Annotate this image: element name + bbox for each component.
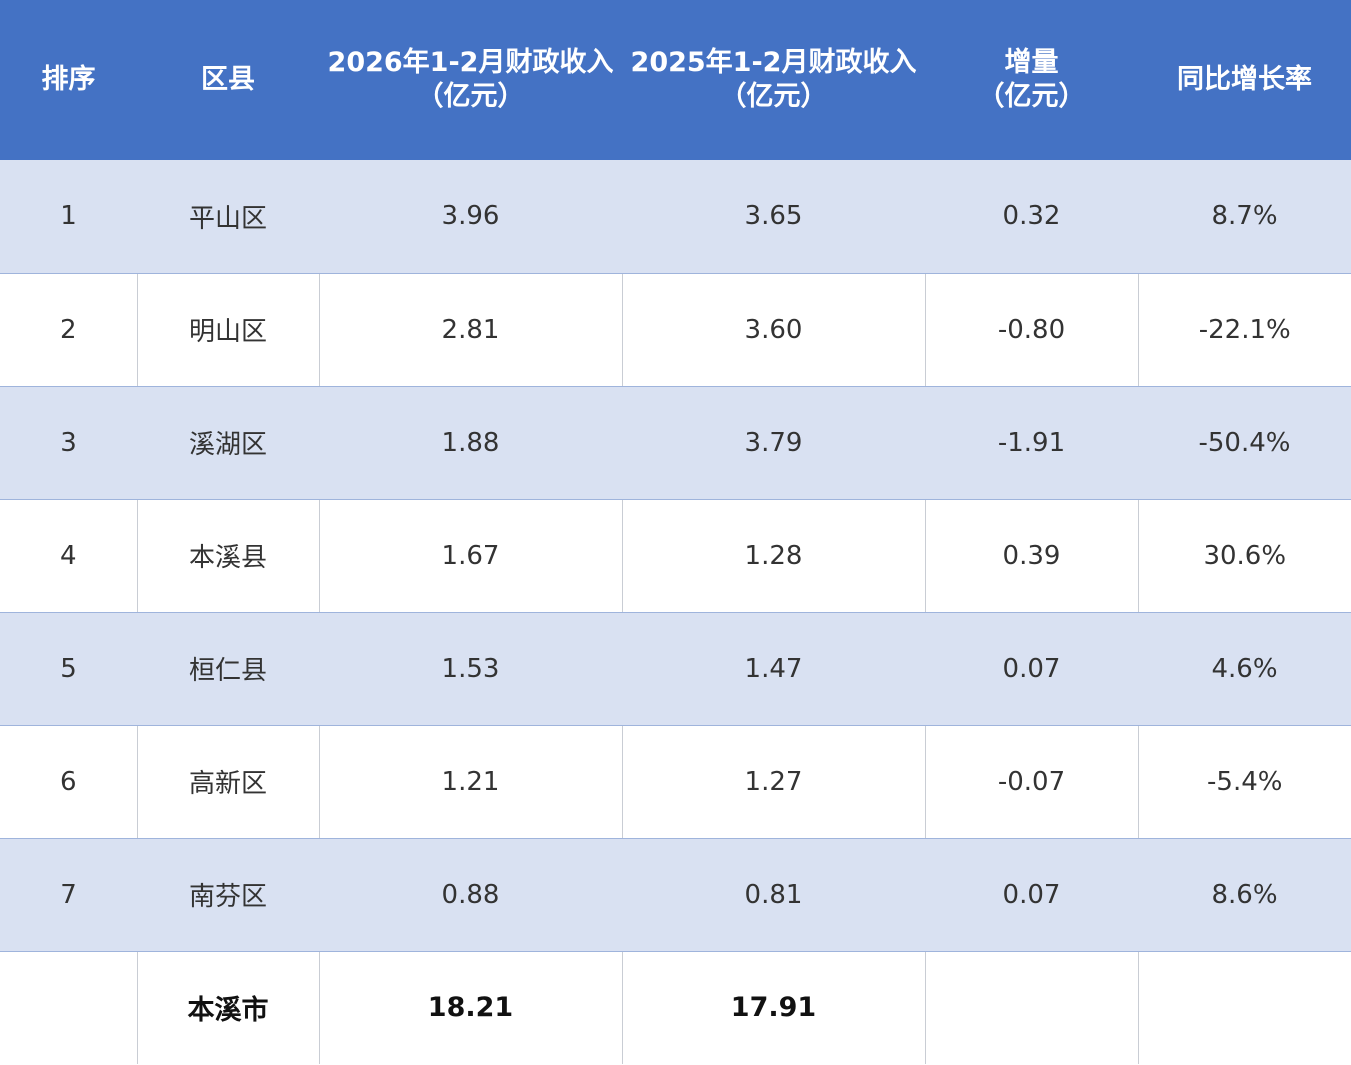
cell-revenue-2025: 1.28: [621, 499, 925, 613]
header-revenue-2026: 2026年1-2月财政收入 （亿元）: [319, 0, 622, 160]
cell-rank: 4: [0, 499, 137, 613]
header-increase-line1: 增量: [1004, 47, 1059, 78]
header-revenue-2026-line2: （亿元）: [416, 81, 525, 112]
total-city: 本溪市: [136, 951, 319, 1064]
table-header: 排序 区县 2026年1-2月财政收入 （亿元） 2025年1-2月财政收入 （…: [0, 0, 1351, 160]
cell-revenue-2026: 1.53: [319, 612, 622, 726]
cell-growth-rate: 8.7%: [1138, 160, 1351, 274]
table-row: 3 溪湖区 1.88 3.79 -1.91 -50.4%: [0, 386, 1351, 500]
cell-revenue-2025: 3.79: [622, 386, 925, 500]
total-increase: [924, 951, 1138, 1064]
header-row: 排序 区县 2026年1-2月财政收入 （亿元） 2025年1-2月财政收入 （…: [0, 0, 1351, 160]
cell-increase: 0.07: [925, 612, 1138, 726]
cell-revenue-2026: 2.81: [318, 273, 622, 387]
cell-increase: -0.07: [924, 725, 1138, 839]
cell-revenue-2026: 1.88: [319, 386, 622, 500]
cell-increase: 0.32: [925, 160, 1138, 274]
cell-revenue-2025: 1.27: [621, 725, 925, 839]
cell-growth-rate: 30.6%: [1137, 499, 1351, 613]
cell-district: 高新区: [136, 725, 319, 839]
header-revenue-2025-line2: （亿元）: [719, 81, 828, 112]
cell-district: 明山区: [136, 273, 319, 387]
table-row: 7 南芬区 0.88 0.81 0.07 8.6%: [0, 838, 1351, 952]
cell-rank: 1: [0, 160, 137, 274]
total-growth-rate: [1137, 951, 1351, 1064]
table-row: 2 明山区 2.81 3.60 -0.80 -22.1%: [0, 273, 1351, 387]
header-growth-rate: 同比增长率: [1138, 0, 1351, 160]
cell-revenue-2026: 1.21: [318, 725, 622, 839]
fiscal-revenue-table: 排序 区县 2026年1-2月财政收入 （亿元） 2025年1-2月财政收入 （…: [0, 0, 1351, 1064]
cell-district: 桓仁县: [137, 612, 319, 726]
cell-increase: -0.80: [924, 273, 1138, 387]
cell-district: 本溪县: [136, 499, 319, 613]
table-body: 1 平山区 3.96 3.65 0.32 8.7% 2 明山区 2.81 3.6…: [0, 160, 1351, 1064]
header-rank: 排序: [0, 0, 137, 160]
cell-revenue-2025: 1.47: [622, 612, 925, 726]
table-row: 1 平山区 3.96 3.65 0.32 8.7%: [0, 160, 1351, 274]
cell-revenue-2026: 1.67: [318, 499, 622, 613]
cell-increase: 0.39: [924, 499, 1138, 613]
cell-district: 南芬区: [137, 838, 319, 952]
cell-rank: 6: [0, 725, 137, 839]
cell-increase: -1.91: [925, 386, 1138, 500]
total-revenue-2026: 18.21: [318, 951, 622, 1064]
header-district: 区县: [137, 0, 319, 160]
table-row: 5 桓仁县 1.53 1.47 0.07 4.6%: [0, 612, 1351, 726]
cell-rank: 7: [0, 838, 137, 952]
total-rank: [0, 951, 137, 1064]
cell-revenue-2026: 3.96: [319, 160, 622, 274]
cell-revenue-2025: 0.81: [622, 838, 925, 952]
header-revenue-2026-line1: 2026年1-2月财政收入: [327, 47, 614, 78]
cell-revenue-2025: 3.65: [622, 160, 925, 274]
cell-revenue-2026: 0.88: [319, 838, 622, 952]
cell-rank: 3: [0, 386, 137, 500]
cell-growth-rate: 8.6%: [1138, 838, 1351, 952]
cell-district: 溪湖区: [137, 386, 319, 500]
cell-growth-rate: -22.1%: [1137, 273, 1351, 387]
total-row: 本溪市 18.21 17.91: [0, 951, 1351, 1064]
cell-rank: 5: [0, 612, 137, 726]
table-row: 6 高新区 1.21 1.27 -0.07 -5.4%: [0, 725, 1351, 839]
cell-growth-rate: -50.4%: [1138, 386, 1351, 500]
cell-rank: 2: [0, 273, 137, 387]
header-revenue-2025-line1: 2025年1-2月财政收入: [630, 47, 917, 78]
cell-growth-rate: 4.6%: [1138, 612, 1351, 726]
total-revenue-2025: 17.91: [621, 951, 925, 1064]
cell-revenue-2025: 3.60: [621, 273, 925, 387]
header-increase: 增量 （亿元）: [925, 0, 1138, 160]
cell-growth-rate: -5.4%: [1137, 725, 1351, 839]
table-row: 4 本溪县 1.67 1.28 0.39 30.6%: [0, 499, 1351, 613]
header-revenue-2025: 2025年1-2月财政收入 （亿元）: [622, 0, 925, 160]
cell-district: 平山区: [137, 160, 319, 274]
header-increase-line2: （亿元）: [977, 81, 1086, 112]
cell-increase: 0.07: [925, 838, 1138, 952]
